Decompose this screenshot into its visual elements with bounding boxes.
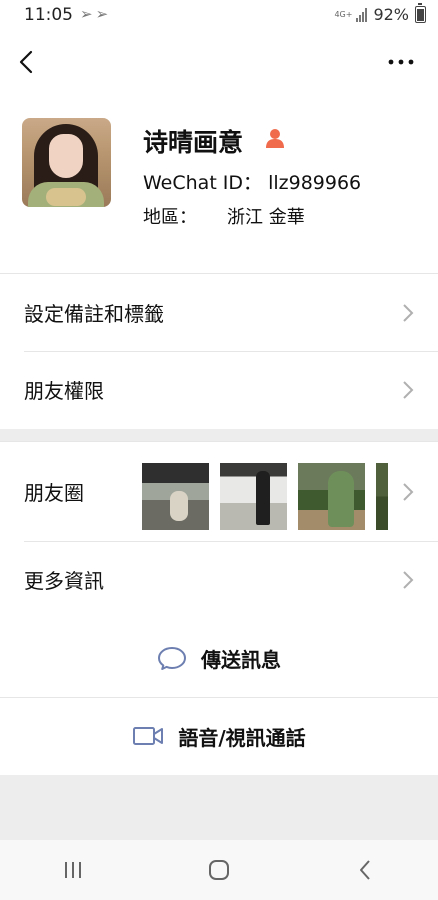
moment-photo: [142, 463, 209, 530]
row-moments-label: 朋友圈: [24, 481, 84, 505]
recent-apps-button[interactable]: [43, 850, 103, 890]
person-icon: [266, 129, 284, 148]
moments-thumbnails: [142, 463, 388, 530]
chevron-right-icon: [403, 571, 414, 589]
home-button[interactable]: [189, 850, 249, 890]
battery-icon: [415, 3, 426, 23]
nav-back-icon: [360, 860, 370, 880]
nav-back-button[interactable]: [335, 850, 395, 890]
video-camera-icon: [133, 727, 164, 745]
row-remark-tags[interactable]: 設定備註和標籤: [0, 273, 438, 351]
home-icon: [209, 860, 229, 880]
moment-photo: [298, 463, 365, 530]
status-time: 11:05: [24, 5, 73, 25]
profile-header: 诗晴画意 WeChat ID： llz989966 地區： 浙江 金華: [0, 92, 438, 273]
region-label: 地區：: [143, 207, 197, 228]
settings-section: 設定備註和標籤 朋友權限: [0, 273, 438, 429]
moments-section: 朋友圈 更多資訊: [0, 441, 438, 619]
system-navigation-bar: [0, 840, 438, 900]
chevron-right-icon: [403, 483, 414, 501]
send-message-button[interactable]: 傳送訊息: [0, 619, 438, 697]
signal-icon: [356, 7, 368, 22]
send-message-label: 傳送訊息: [201, 647, 281, 672]
row-friend-permissions-label: 朋友權限: [24, 379, 104, 403]
wechat-id: WeChat ID： llz989966: [143, 172, 362, 194]
chat-bubble-icon: [158, 647, 186, 670]
row-moments[interactable]: 朋友圈: [0, 441, 438, 541]
contact-name: 诗晴画意: [143, 128, 244, 157]
avatar[interactable]: [22, 118, 111, 207]
chevron-right-icon: [403, 381, 414, 399]
back-arrow-icon[interactable]: [14, 48, 42, 76]
row-remark-tags-label: 設定備註和標籤: [24, 302, 164, 326]
status-right-group: 4G+ 92%: [334, 3, 426, 24]
recent-apps-icon: [65, 862, 81, 878]
row-more-info[interactable]: 更多資訊: [0, 541, 438, 619]
top-nav-bar: [0, 32, 438, 92]
voice-video-call-label: 語音/視訊通話: [178, 725, 306, 750]
chevron-right-icon: [403, 304, 414, 322]
moment-photo: [220, 463, 287, 530]
region: 地區： 浙江 金華: [143, 203, 305, 229]
notification-arrows-icon: ➢➢: [80, 5, 112, 23]
more-dots-icon[interactable]: [386, 48, 416, 76]
voice-video-call-button[interactable]: 語音/視訊通話: [0, 697, 438, 775]
battery-percent: 92%: [373, 5, 409, 24]
row-more-info-label: 更多資訊: [24, 569, 104, 593]
moment-photo: [376, 463, 388, 530]
status-bar: 11:05 ➢➢ 4G+ 92%: [0, 0, 438, 32]
actions-section: 傳送訊息 語音/視訊通話: [0, 619, 438, 775]
region-value: 浙江 金華: [227, 207, 305, 228]
row-friend-permissions[interactable]: 朋友權限: [0, 351, 438, 429]
network-type: 4G+: [334, 9, 353, 19]
